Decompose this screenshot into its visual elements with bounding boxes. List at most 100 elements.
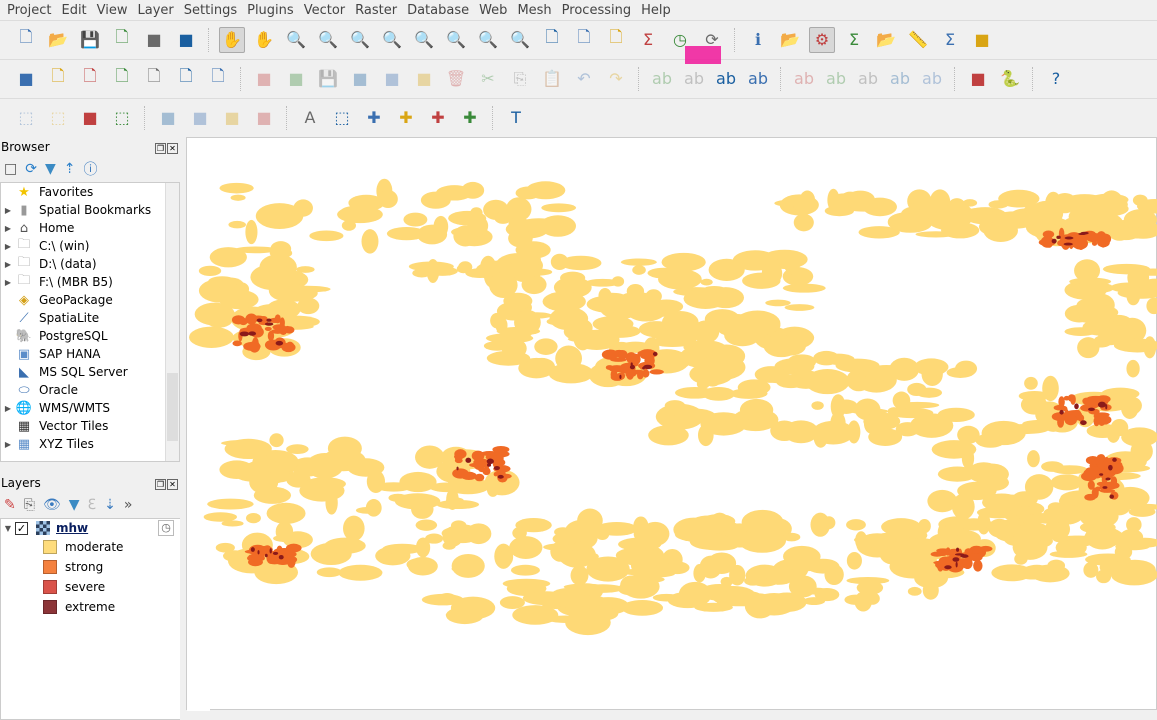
menu-vector[interactable]: Vector	[299, 3, 350, 18]
collapse-all-icon[interactable]: ⇡	[64, 161, 76, 177]
expand-arrow-icon[interactable]: ▶	[1, 278, 15, 287]
deselect-all-button[interactable]: ■	[77, 105, 103, 131]
filter-icon[interactable]: ▼	[45, 161, 56, 177]
browser-item[interactable]: ▶ ▦ XYZ Tiles	[1, 435, 179, 453]
new-virtual-layer-button[interactable]: 🗋	[141, 66, 167, 92]
layer-name[interactable]: mhw	[56, 521, 88, 535]
delete-selected-button[interactable]: 🗑	[443, 66, 469, 92]
zoom-to-selection-button[interactable]: 🔍	[379, 27, 405, 53]
menu-raster[interactable]: Raster	[350, 3, 402, 18]
style-icon[interactable]: ✎	[4, 497, 16, 513]
help-button[interactable]: ?	[1043, 66, 1069, 92]
cut-features-button[interactable]: ✂	[475, 66, 501, 92]
menu-help[interactable]: Help	[636, 3, 676, 18]
undo-button[interactable]: ↶	[571, 66, 597, 92]
data-source-manager-button[interactable]: ■	[13, 66, 39, 92]
new-3d-map-view-button[interactable]: 🗋	[571, 27, 597, 53]
menu-settings[interactable]: Settings	[179, 3, 242, 18]
toggle-editing-button[interactable]: ■	[283, 66, 309, 92]
zoom-full-button[interactable]: 🔍	[347, 27, 373, 53]
new-temporary-layer-button[interactable]: 🗋	[173, 66, 199, 92]
create-marker-annotation-button[interactable]: ✚	[425, 105, 451, 131]
create-text-annotation-button[interactable]: ✚	[457, 105, 483, 131]
browser-item[interactable]: ⟋ SpatiaLite	[1, 309, 179, 327]
menu-mesh[interactable]: Mesh	[512, 3, 556, 18]
select-by-value-button[interactable]: ⬚	[45, 105, 71, 131]
float-icon[interactable]: ❐	[155, 479, 166, 490]
layer-checkbox[interactable]: ✓	[15, 521, 28, 535]
label-change-button[interactable]: ab	[855, 66, 881, 92]
zoom-in-button[interactable]: 🔍	[283, 27, 309, 53]
open-project-button[interactable]: 📂	[45, 27, 71, 53]
menu-web[interactable]: Web	[474, 3, 512, 18]
open-table-dropdown-button[interactable]: 📂	[873, 27, 899, 53]
modify-attributes-button[interactable]: ■	[411, 66, 437, 92]
new-mesh-layer-button[interactable]: 🗋	[205, 66, 231, 92]
menu-view[interactable]: View	[92, 3, 133, 18]
expand-arrow-icon[interactable]: ▶	[1, 260, 15, 269]
current-edits-button[interactable]: ■	[251, 66, 277, 92]
browser-item[interactable]: ◈ GeoPackage	[1, 291, 179, 309]
expand-icon[interactable]: ⇣	[104, 497, 116, 513]
add-group-icon[interactable]: ⎘	[24, 497, 35, 513]
refresh-icon[interactable]: ⟳	[25, 161, 37, 177]
menu-project[interactable]: Project	[2, 3, 56, 18]
pan-map-button[interactable]: ✋	[219, 26, 245, 53]
locator-button[interactable]: ■	[969, 27, 995, 53]
annotation-label-button[interactable]: A	[297, 105, 323, 131]
legend-item-moderate[interactable]: moderate	[1, 537, 180, 557]
add-feature-button[interactable]: ■	[347, 66, 373, 92]
menu-processing[interactable]: Processing	[557, 3, 636, 18]
expand-arrow-icon[interactable]: ▶	[1, 206, 15, 215]
select-features-button[interactable]: ⬚	[13, 105, 39, 131]
new-spatial-bookmark-button[interactable]: 🗋	[603, 27, 629, 53]
new-spatialite-layer-button[interactable]: 🗋	[109, 66, 135, 92]
zoom-out-button[interactable]: 🔍	[315, 27, 341, 53]
label-rotate-button[interactable]: ab	[823, 66, 849, 92]
close-icon[interactable]: ✕	[167, 479, 178, 490]
expand-arrow-icon[interactable]: ▶	[1, 440, 15, 449]
add-plugin-layer-button[interactable]: ■	[965, 66, 991, 92]
style-manager-button[interactable]: ■	[173, 27, 199, 53]
menu-plugins[interactable]: Plugins	[242, 3, 299, 18]
label-show-button[interactable]: ab	[681, 66, 707, 92]
legend-item-severe[interactable]: severe	[1, 577, 180, 597]
vertex-tool-button[interactable]: ■	[379, 66, 405, 92]
browser-item[interactable]: ▶ 🗀 F:\ (MBR B5)	[1, 273, 179, 291]
label-show2-button[interactable]: ab	[919, 66, 945, 92]
more-icon[interactable]: »	[124, 497, 133, 513]
new-project-button[interactable]: 🗋	[13, 27, 39, 53]
new-map-view-button[interactable]: 🗋	[539, 27, 565, 53]
label-pin2-button[interactable]: ab	[887, 66, 913, 92]
pan-to-selection-button[interactable]: ✋	[251, 27, 277, 53]
save-layer-edits-button[interactable]: 💾	[315, 66, 341, 92]
map-canvas[interactable]	[186, 137, 1157, 711]
legend-item-extreme[interactable]: extreme	[1, 597, 180, 617]
paste-features-button[interactable]: 📋	[539, 66, 565, 92]
select-by-location-button[interactable]: ⬚	[109, 105, 135, 131]
collapse-arrow-icon[interactable]: ▼	[1, 524, 15, 533]
layer-row-mhw[interactable]: ▼ ✓ mhw ◷	[1, 519, 180, 537]
expand-arrow-icon[interactable]: ▶	[1, 404, 15, 413]
layout-manager-button[interactable]: ■	[141, 27, 167, 53]
split-button[interactable]: ■	[251, 105, 277, 131]
processing-toolbox-button[interactable]: ⚙	[809, 26, 835, 53]
expand-arrow-icon[interactable]: ▶	[1, 242, 15, 251]
redo-button[interactable]: ↷	[603, 66, 629, 92]
label-layer-button[interactable]: ab	[713, 66, 739, 92]
add-selected-icon[interactable]: □	[4, 161, 17, 177]
select-annotation-button[interactable]: ⬚	[329, 105, 355, 131]
close-icon[interactable]: ✕	[167, 143, 178, 154]
browser-item[interactable]: ▦ Vector Tiles	[1, 417, 179, 435]
text-annotation-button[interactable]: T	[503, 105, 529, 131]
legend-item-strong[interactable]: strong	[1, 557, 180, 577]
browser-item[interactable]: 🐘 PostgreSQL	[1, 327, 179, 345]
visibility-icon[interactable]: 👁	[43, 497, 61, 513]
new-geopackage-layer-button[interactable]: 🗋	[45, 66, 71, 92]
zoom-last-button[interactable]: 🔍	[475, 27, 501, 53]
create-line-annotation-button[interactable]: ✚	[393, 105, 419, 131]
browser-item[interactable]: ▣ SAP HANA	[1, 345, 179, 363]
label-move-button[interactable]: ab	[791, 66, 817, 92]
show-statistical-summary-button[interactable]: Σ	[841, 27, 867, 53]
label-toolbar-button[interactable]: ab	[745, 66, 771, 92]
